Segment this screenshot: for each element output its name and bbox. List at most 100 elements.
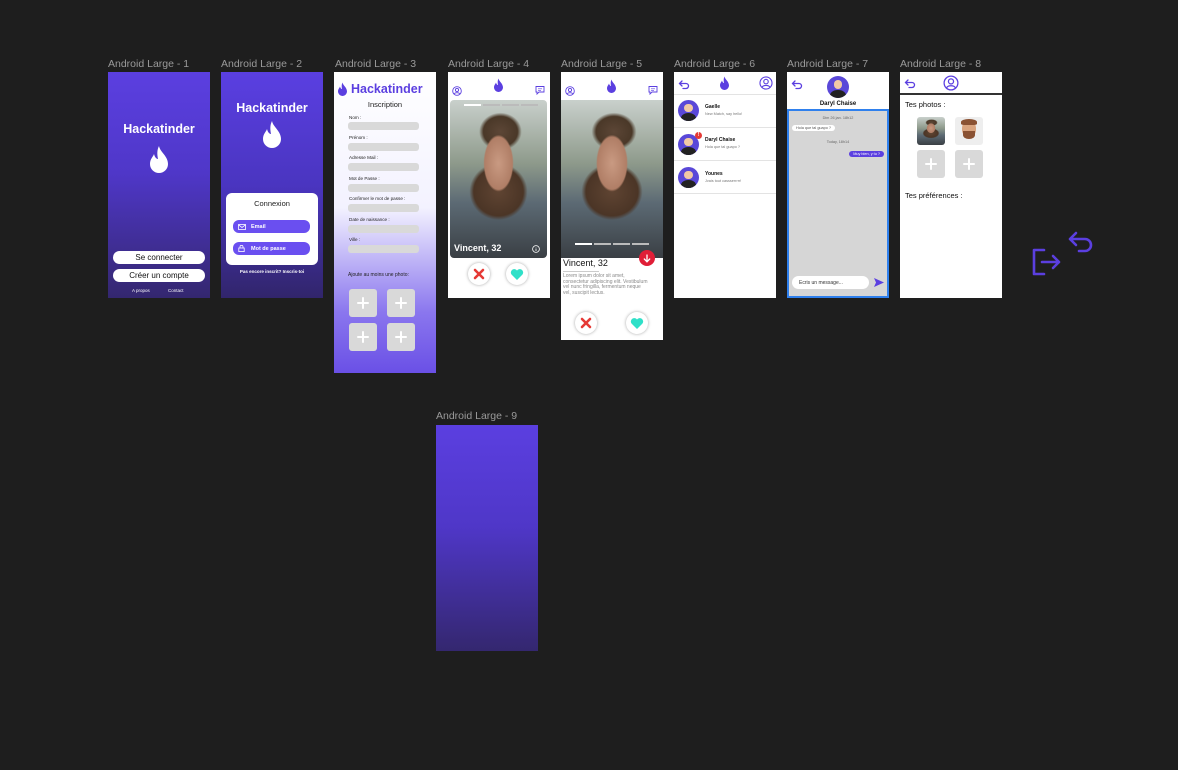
message-date: Today, 18h14 [826,140,850,144]
confirm-password-input[interactable] [348,204,419,212]
chat-partner-name: Daryl Chaise [819,101,857,107]
avatar [678,167,699,188]
frame-messages[interactable]: Gaelle New Match, say hello! ! Daryl Cha… [674,72,776,298]
login-button[interactable]: Se connecter [113,251,205,264]
dislike-button[interactable] [468,263,490,285]
send-icon[interactable] [873,277,885,288]
undo-icon[interactable] [1067,230,1095,256]
flame-icon[interactable] [718,76,731,91]
chat-icon[interactable] [535,85,545,95]
message-thread[interactable]: Dim 26 jan. 18h12 Hola que tal guapo ? T… [787,109,889,298]
chat-name: Gaelle [705,104,721,110]
photo-indicator-active [575,243,592,245]
frame-label[interactable]: Android Large - 8 [900,58,981,70]
add-photo-button[interactable] [387,323,415,351]
profile-icon[interactable] [759,76,773,90]
email-field[interactable]: Email [233,220,310,233]
flame-icon [338,82,347,96]
profile-photo[interactable]: Vincent, 32 [450,100,547,258]
firstname-input[interactable] [348,143,419,151]
flame-icon [263,121,281,148]
close-icon [580,317,592,329]
divider [900,93,1002,95]
message-input[interactable]: Ecris un message... [792,276,869,289]
frame-welcome[interactable]: Hackatinder Se connecter Créer un compte… [108,72,210,298]
close-icon [473,268,485,280]
password-field[interactable]: Mot de passe [233,242,310,255]
login-title: Connexion [254,199,290,208]
photo-indicator [521,104,538,106]
chat-item[interactable]: Younes Jvais tout cassserrrrr! [674,162,776,192]
back-icon[interactable] [904,77,916,89]
avatar [678,100,699,121]
profile-icon[interactable] [452,86,462,96]
birthdate-input[interactable] [348,225,419,233]
field-label: Mot de Passe : [349,176,380,181]
signup-link[interactable]: Pas encore inscrit? Inscris-toi [221,269,323,274]
add-photo-button[interactable] [955,150,983,178]
frame-label[interactable]: Android Large - 2 [221,58,302,70]
incoming-message: Hola que tal guapo ? [792,125,836,131]
message-placeholder: Ecris un message... [799,280,843,286]
email-input[interactable] [348,163,419,171]
frame-swipe-details[interactable]: Vincent, 32 Lorem ipsum dolor sit amet, … [561,72,663,340]
logout-icon[interactable] [1030,247,1062,277]
frame-label[interactable]: Android Large - 3 [335,58,416,70]
password-input[interactable] [348,184,419,192]
add-photo-button[interactable] [387,289,415,317]
field-label: Nom : [349,115,362,120]
unread-badge: ! [695,132,702,139]
back-icon[interactable] [791,78,803,90]
add-photo-button[interactable] [917,150,945,178]
profile-photo[interactable] [561,100,663,258]
frame-swipe[interactable]: Vincent, 32 [448,72,550,298]
chat-item[interactable]: Gaelle New Match, say hello! [674,96,776,126]
back-icon[interactable] [678,78,690,90]
dislike-button[interactable] [575,312,597,334]
about-link[interactable]: A propos [132,288,150,293]
signup-title: Inscription [367,100,403,109]
frame-empty[interactable] [436,425,538,651]
field-label: Adresse Mail : [349,155,379,160]
photo-indicator [594,243,611,245]
profile-bio: Lorem ipsum dolor sit amet, consectetur … [563,273,648,296]
field-label: Ville : [349,237,361,242]
add-photo-button[interactable] [349,323,377,351]
frame-label[interactable]: Android Large - 1 [108,58,189,70]
name-input[interactable] [348,122,419,130]
frame-login[interactable]: Hackatinder Connexion Email Mot de passe… [221,72,323,298]
frame-label[interactable]: Android Large - 9 [436,410,517,422]
message-date: Dim 26 jan. 18h12 [822,116,854,120]
login-card: Connexion Email Mot de passe [226,193,318,265]
divider [563,271,599,272]
frame-label[interactable]: Android Large - 4 [448,58,529,70]
like-button[interactable] [506,263,528,285]
photo-indicator-active [464,104,481,106]
add-photo-button[interactable] [349,289,377,317]
frame-signup[interactable]: Hackatinder Inscription Nom : Prénom : A… [334,72,436,373]
chat-preview: Jvais tout cassserrrrr! [705,179,742,183]
flame-icon [150,146,168,173]
frame-profile[interactable]: Tes photos : Tes préférences : [900,72,1002,298]
profile-icon[interactable] [943,75,959,91]
frame-label[interactable]: Android Large - 5 [561,58,642,70]
contact-link[interactable]: Contact [168,288,184,293]
frame-label[interactable]: Android Large - 7 [787,58,868,70]
like-button[interactable] [626,312,648,334]
city-input[interactable] [348,245,419,253]
profile-icon[interactable] [565,86,575,96]
info-icon[interactable] [532,245,540,253]
frame-label[interactable]: Android Large - 6 [674,58,755,70]
profile-caption: Vincent, 32 [563,258,608,268]
flame-icon[interactable] [605,79,618,94]
chat-icon[interactable] [648,85,658,95]
flame-icon[interactable] [492,78,505,93]
user-photo[interactable] [917,117,945,145]
field-label: Prénom : [349,135,368,140]
signup-button[interactable]: Créer un compte [113,269,205,282]
collapse-button[interactable] [639,250,655,266]
photo-indicator [502,104,519,106]
frame-conversation[interactable]: Daryl Chaise Dim 26 jan. 18h12 Hola que … [787,72,889,298]
user-avatar-photo[interactable] [955,117,983,145]
chat-item[interactable]: ! Daryl Chaise Hola que tal guapo ? [674,129,776,159]
